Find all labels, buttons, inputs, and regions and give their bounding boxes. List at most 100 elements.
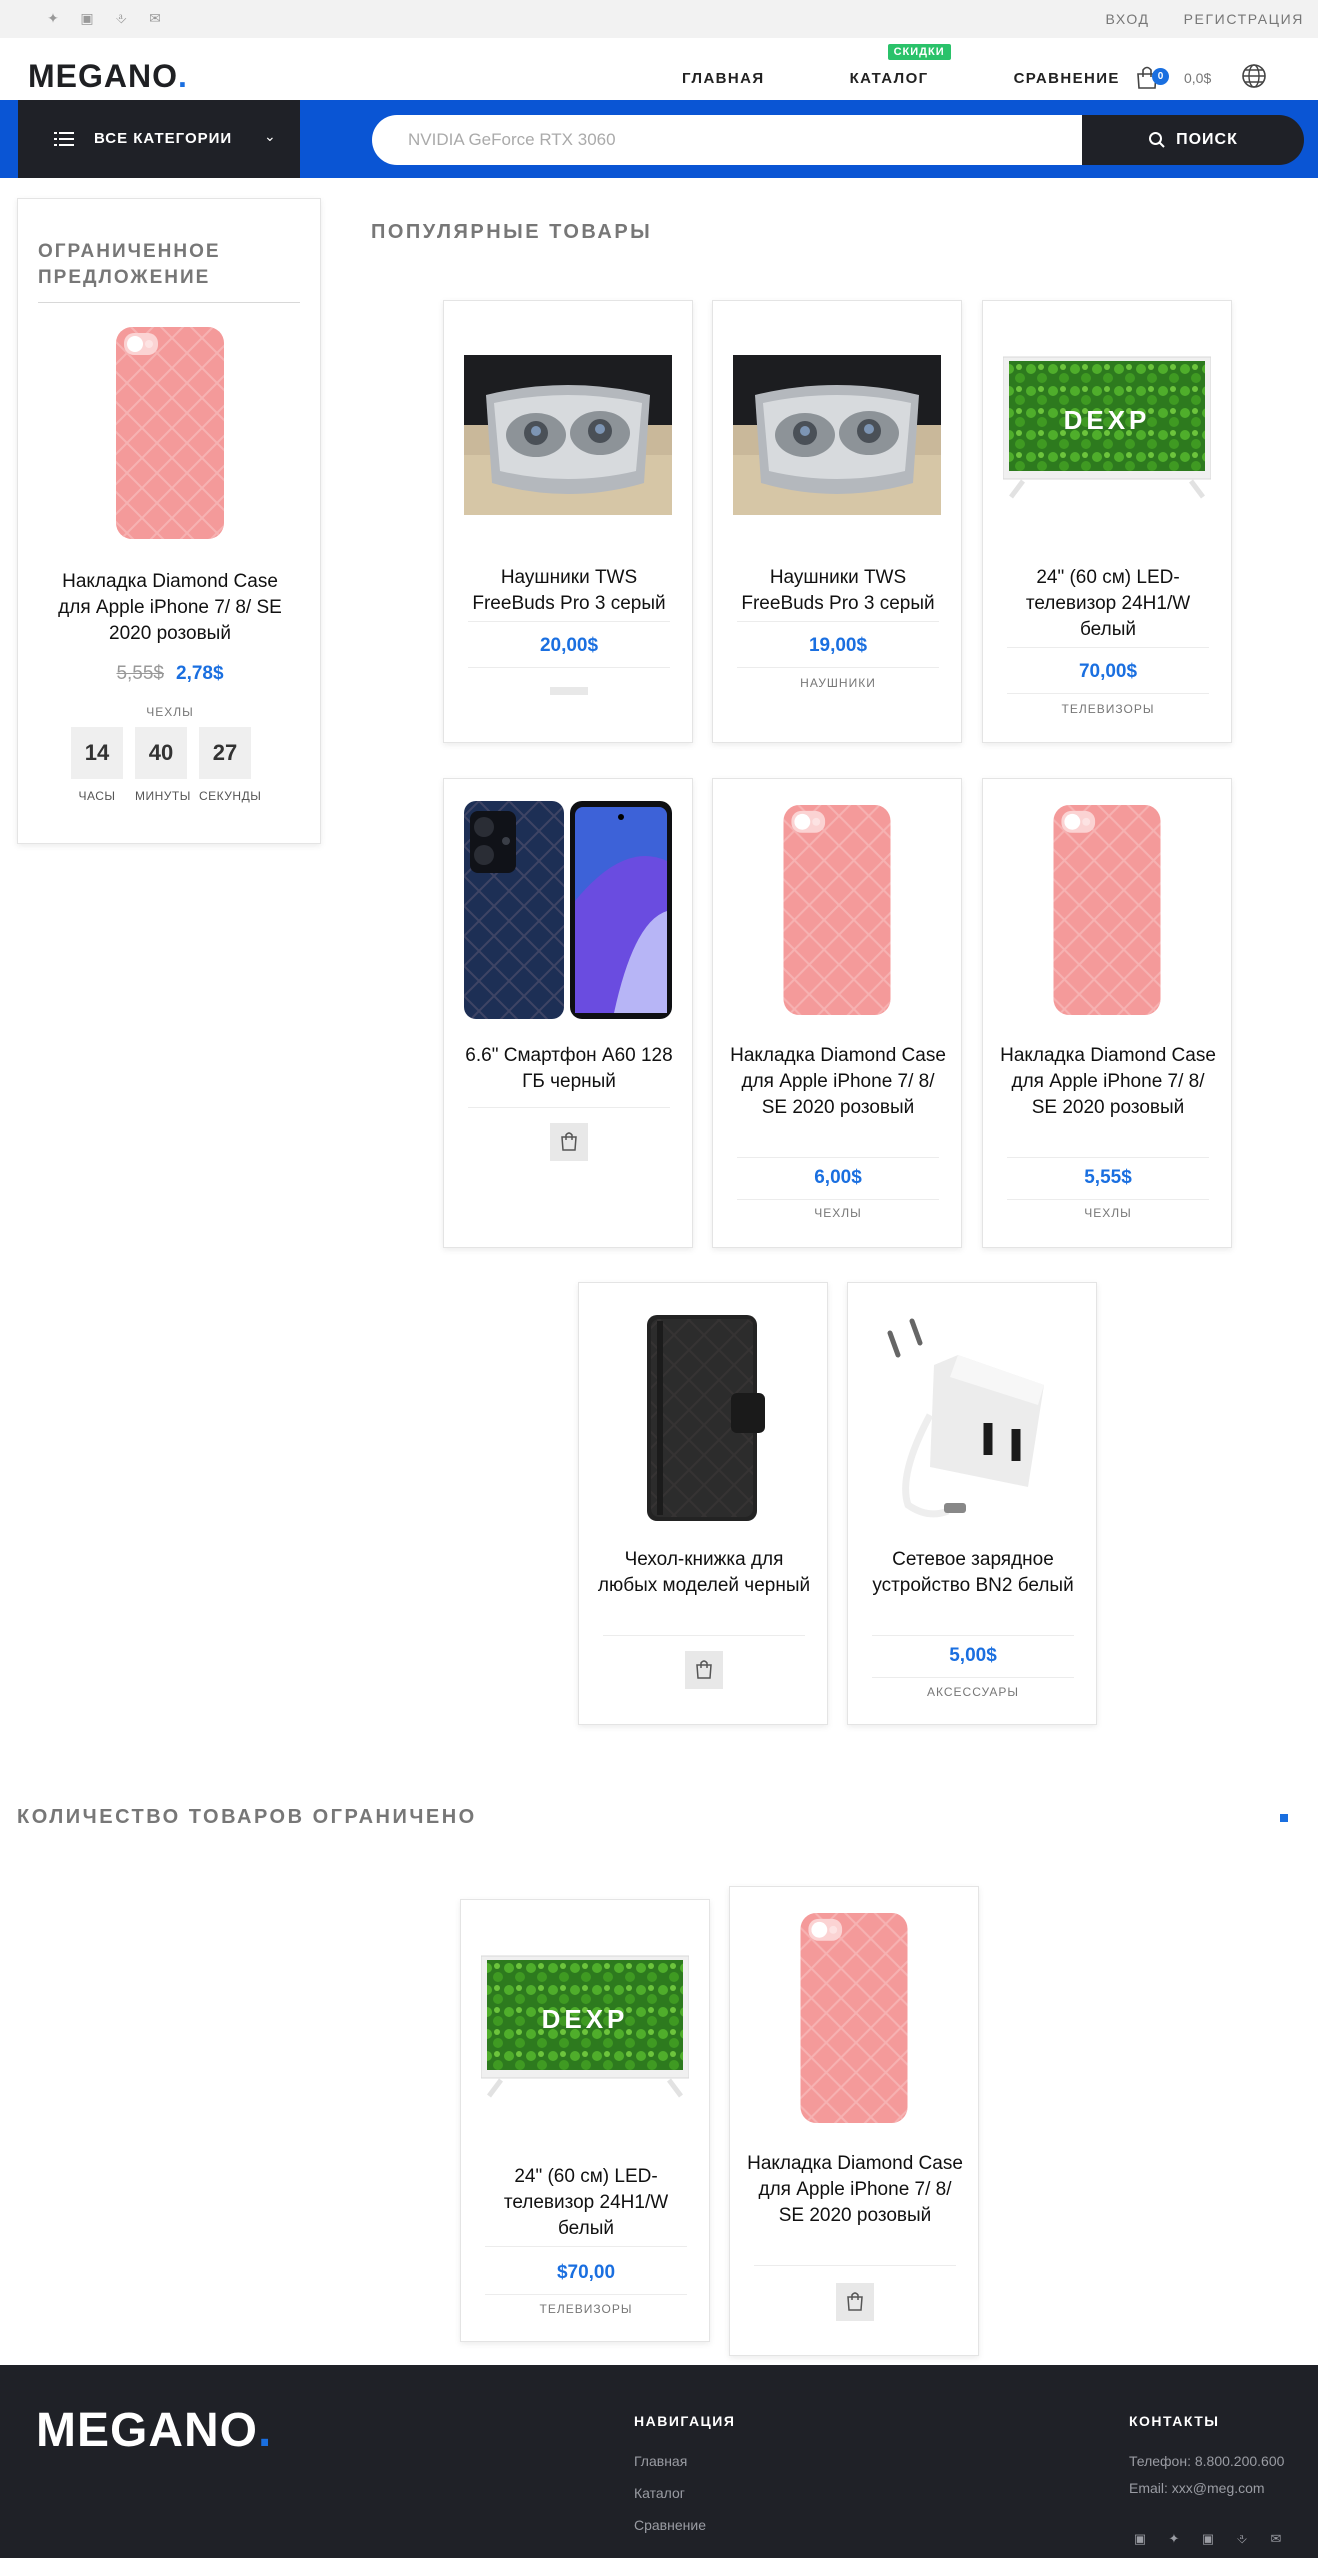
card-divider (485, 2294, 687, 2295)
header: MEGANO. ГЛАВНАЯ КАТАЛОГ СКИДКИ СРАВНЕНИЕ … (0, 38, 1318, 100)
product-image[interactable] (733, 801, 941, 1019)
pinterest-icon[interactable]: ⎀ (1234, 2531, 1250, 2547)
product-card[interactable]: Накладка Diamond Case для Apple iPhone 7… (712, 778, 962, 1248)
card-divider (468, 667, 670, 668)
logo-text: MEGANO (28, 58, 178, 94)
pinterest-icon[interactable]: ⎀ (112, 9, 130, 27)
product-image[interactable] (599, 1305, 807, 1523)
logo-dot: . (178, 58, 188, 94)
search-input[interactable] (408, 115, 1048, 165)
tv-brand-text: DEXP (542, 2004, 629, 2034)
main-nav: ГЛАВНАЯ КАТАЛОГ СКИДКИ СРАВНЕНИЕ (682, 44, 1120, 87)
product-title[interactable]: Накладка Diamond Case для Apple iPhone 7… (997, 1043, 1219, 1121)
add-to-cart-button[interactable] (550, 1123, 588, 1161)
offer-divider (38, 302, 300, 303)
product-image[interactable]: DEXP (481, 1940, 689, 2100)
product-title[interactable]: Сетевое зарядное устройство BN2 белый (862, 1547, 1084, 1599)
top-bar: ✦ ▣ ⎀ ✉ ВХОД РЕГИСТРАЦИЯ (0, 0, 1318, 38)
timer-hours-label: ЧАСЫ (78, 789, 116, 803)
auth-links: ВХОД РЕГИСТРАЦИЯ (1106, 11, 1304, 27)
product-card[interactable]: Чехол-книжка для любых моделей черный (578, 1282, 828, 1725)
twitter-icon[interactable]: ✦ (44, 9, 62, 27)
product-card[interactable]: Накладка Diamond Case для Apple iPhone 7… (982, 778, 1232, 1248)
facebook-icon[interactable]: ▣ (1132, 2531, 1148, 2547)
footer-logo-dot: . (258, 2404, 273, 2457)
nav-home[interactable]: ГЛАВНАЯ (682, 70, 765, 87)
product-card[interactable]: Наушники TWS FreeBuds Pro 3 серый 19,00$… (712, 300, 962, 743)
popular-products-title: ПОПУЛЯРНЫЕ ТОВАРЫ (371, 221, 653, 243)
all-categories-button[interactable]: ВСЕ КАТЕГОРИИ ⌄ (18, 100, 300, 178)
cart-total: 0,0$ (1184, 70, 1212, 86)
logo[interactable]: MEGANO. (28, 58, 188, 94)
nav-catalog[interactable]: КАТАЛОГ СКИДКИ (850, 44, 951, 87)
search-icon (1149, 132, 1165, 148)
product-card[interactable]: DEXP 24" (60 см) LED-телевизор 24H1/W бе… (460, 1899, 710, 2342)
product-card[interactable]: Накладка Diamond Case для Apple iPhone 7… (729, 1886, 979, 2356)
product-price: 20,00$ (539, 635, 599, 656)
product-category[interactable]: АКСЕССУАРЫ (848, 1685, 1098, 1699)
card-divider (872, 1635, 1074, 1636)
product-image[interactable]: DEXP (1003, 341, 1211, 501)
product-price: 6,00$ (814, 1167, 862, 1188)
linkedin-icon[interactable]: ▣ (78, 9, 96, 27)
timer-hours-value: 14 (71, 727, 123, 779)
add-to-cart-button[interactable] (550, 687, 588, 695)
card-divider (737, 667, 939, 668)
product-title[interactable]: 6.6" Смартфон A60 128 ГБ черный (458, 1043, 680, 1095)
nav-compare[interactable]: СРАВНЕНИЕ (1014, 70, 1120, 87)
product-title[interactable]: Наушники TWS FreeBuds Pro 3 серый (458, 565, 680, 617)
product-title[interactable]: 24" (60 см) LED-телевизор 24H1/W белый (475, 2164, 697, 2242)
register-link[interactable]: РЕГИСТРАЦИЯ (1184, 11, 1304, 27)
mail-icon[interactable]: ✉ (146, 9, 164, 27)
product-category[interactable]: ТЕЛЕВИЗОРЫ (983, 702, 1233, 716)
offer-product-image[interactable] (112, 323, 228, 543)
product-image[interactable] (1003, 801, 1211, 1019)
product-card[interactable]: 6.6" Смартфон A60 128 ГБ черный (443, 778, 693, 1248)
search-button[interactable]: ПОИСК (1082, 115, 1304, 165)
footer-link-home[interactable]: Главная (634, 2453, 687, 2469)
product-card[interactable]: DEXP 24" (60 см) LED-телевизор 24H1/W бе… (982, 300, 1232, 743)
product-image[interactable] (868, 1305, 1076, 1523)
shopping-bag-icon (696, 1660, 712, 1679)
card-divider (1007, 693, 1209, 694)
offer-category[interactable]: ЧЕХЛЫ (18, 705, 322, 719)
product-title[interactable]: Накладка Diamond Case для Apple iPhone 7… (727, 1043, 949, 1121)
twitter-icon[interactable]: ✦ (1166, 2531, 1182, 2547)
footer-email[interactable]: Email: xxx@meg.com (1129, 2480, 1265, 2496)
login-link[interactable]: ВХОД (1106, 11, 1150, 27)
product-category[interactable]: ТЕЛЕВИЗОРЫ (461, 2302, 711, 2316)
product-image[interactable] (750, 1909, 958, 2127)
footer-logo[interactable]: MEGANO. (36, 2405, 272, 2457)
footer-link-catalog[interactable]: Каталог (634, 2485, 685, 2501)
timer-seconds: 27 СЕКУНДЫ (199, 727, 261, 803)
product-title[interactable]: Чехол-книжка для любых моделей черный (593, 1547, 815, 1599)
footer-social-links: ▣ ✦ ▣ ⎀ ✉ (1132, 2531, 1284, 2547)
add-to-cart-button[interactable] (685, 1651, 723, 1689)
list-icon (54, 132, 74, 146)
product-image[interactable] (464, 801, 672, 1019)
mail-icon[interactable]: ✉ (1268, 2531, 1284, 2547)
product-card[interactable]: Сетевое зарядное устройство BN2 белый 5,… (847, 1282, 1097, 1725)
product-category[interactable]: НАУШНИКИ (713, 676, 963, 690)
offer-product-name[interactable]: Накладка Diamond Case для Apple iPhone 7… (56, 569, 284, 647)
product-title[interactable]: Наушники TWS FreeBuds Pro 3 серый (727, 565, 949, 617)
product-image[interactable] (464, 355, 672, 515)
slider-dot[interactable] (1280, 1814, 1288, 1822)
product-image[interactable] (733, 355, 941, 515)
card-divider (754, 2265, 956, 2266)
card-divider (872, 1677, 1074, 1678)
footer-link-compare[interactable]: Сравнение (634, 2517, 706, 2533)
globe-icon[interactable] (1240, 62, 1268, 90)
product-card[interactable]: Наушники TWS FreeBuds Pro 3 серый 20,00$ (443, 300, 693, 743)
all-categories-label: ВСЕ КАТЕГОРИИ (94, 130, 233, 147)
cart-count-badge: 0 (1152, 68, 1169, 85)
product-category[interactable]: ЧЕХЛЫ (983, 1206, 1233, 1220)
product-title[interactable]: Накладка Diamond Case для Apple iPhone 7… (744, 2151, 966, 2229)
cart-button[interactable]: 0 (1134, 64, 1169, 90)
product-price: 19,00$ (808, 635, 868, 656)
offer-new-price: 2,78$ (176, 663, 224, 684)
add-to-cart-button[interactable] (836, 2283, 874, 2321)
product-title[interactable]: 24" (60 см) LED-телевизор 24H1/W белый (997, 565, 1219, 643)
linkedin-icon[interactable]: ▣ (1200, 2531, 1216, 2547)
product-category[interactable]: ЧЕХЛЫ (713, 1206, 963, 1220)
